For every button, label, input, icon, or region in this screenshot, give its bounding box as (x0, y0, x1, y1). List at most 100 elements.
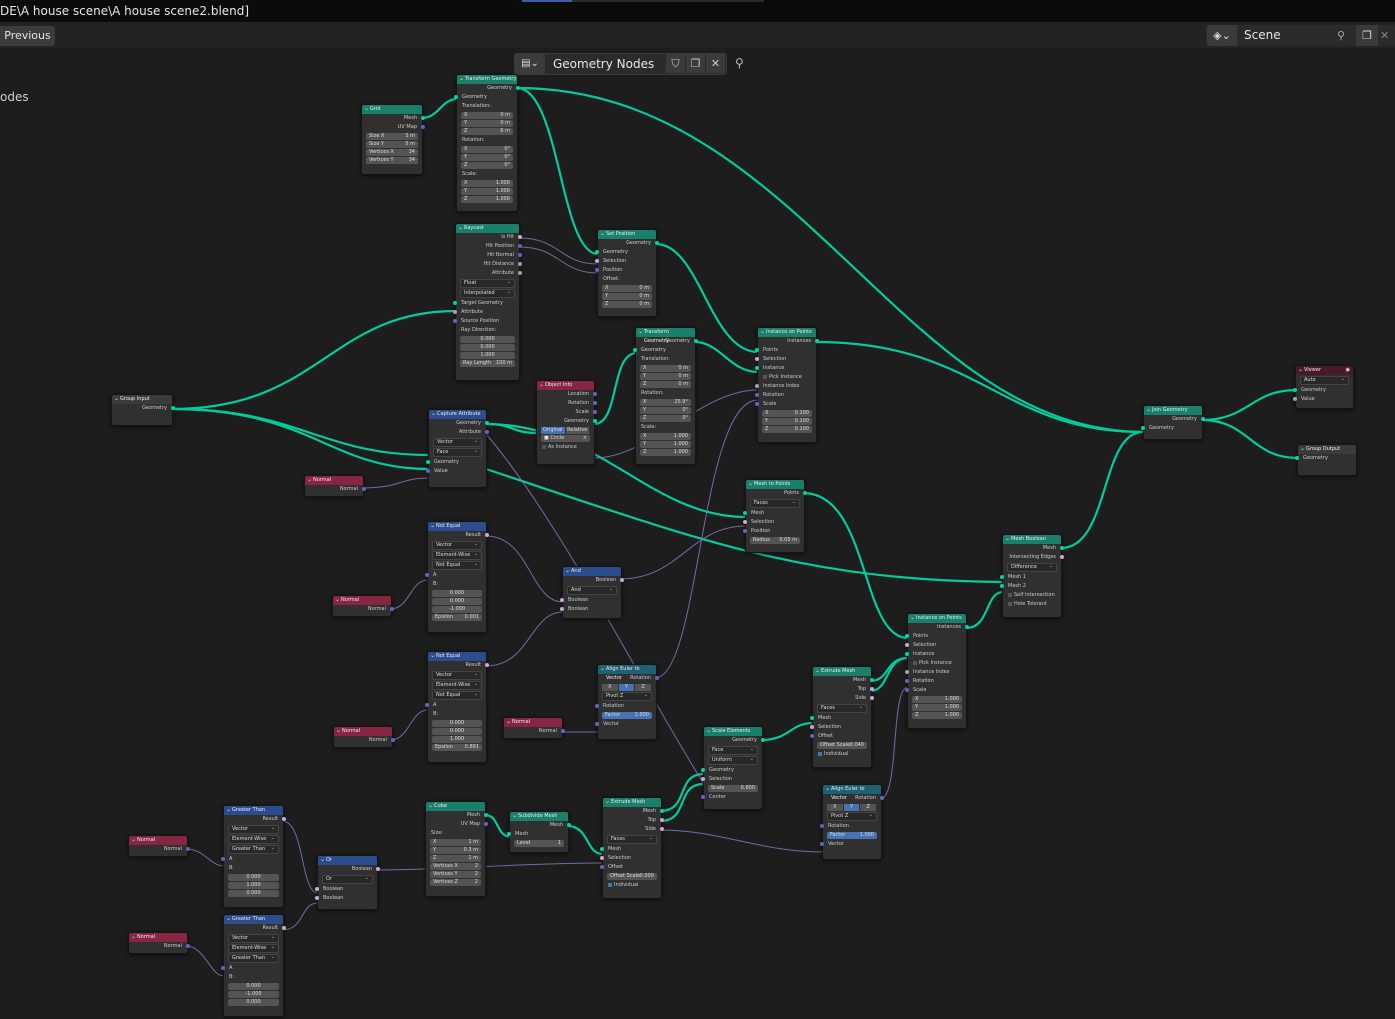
field-vertices-y[interactable]: Vertices Y2 (430, 871, 481, 878)
field-ray-length[interactable]: Ray Length 100 m (460, 360, 515, 367)
socket[interactable] (595, 268, 599, 272)
socket[interactable] (905, 634, 909, 638)
node-extrude-mesh-2[interactable]: Extrude Mesh Mesh Top Side Faces Mesh Se… (600, 797, 664, 899)
dropdown-mode[interactable]: Element-Wise (228, 835, 279, 844)
input-value[interactable]: Value (1293, 395, 1353, 404)
field-b-z[interactable]: 0.000 (228, 890, 279, 897)
node-group-input[interactable]: Group Input Geometry (111, 394, 175, 426)
socket[interactable] (376, 867, 380, 871)
socket[interactable] (282, 817, 286, 821)
output-uvmap[interactable]: UV Map (426, 820, 488, 829)
socket[interactable] (755, 348, 759, 352)
dropdown-operation[interactable]: Greater Than (228, 845, 279, 854)
output-mesh[interactable]: Mesh (510, 821, 571, 830)
field-b-z[interactable]: 1.000 (432, 736, 482, 743)
node-transform-geometry[interactable]: Transform Geometry Geometry Geometry Tra… (454, 74, 520, 212)
dropdown-domain[interactable]: Face (708, 746, 758, 755)
dropdown-type[interactable]: Vector (432, 541, 482, 550)
dropdown-type[interactable]: Vector (228, 825, 279, 834)
input-selection[interactable]: Selection (743, 518, 804, 527)
input-individual[interactable]: Individual (603, 881, 661, 890)
input-selection[interactable]: Selection (905, 641, 966, 650)
field-vertices-x[interactable]: Vertices X2 (430, 863, 481, 870)
socket[interactable] (755, 357, 759, 361)
field-tx[interactable]: X0 m (640, 365, 691, 372)
field-b-x[interactable]: 0.000 (228, 983, 279, 990)
socket[interactable] (1000, 575, 1004, 579)
input-boolean-1[interactable]: Boolean (315, 885, 377, 894)
dropdown-operation[interactable]: And (567, 586, 617, 595)
back-to-previous-button[interactable]: Previous (0, 26, 55, 46)
pin-icon[interactable]: ⚲ (735, 54, 744, 73)
input-geometry[interactable]: Geometry (701, 766, 762, 775)
socket[interactable] (820, 824, 824, 828)
field-b-y[interactable]: -1.000 (228, 991, 279, 998)
socket[interactable] (655, 676, 659, 680)
field-sz[interactable]: Z 1.000 (461, 196, 513, 203)
field-dir-z[interactable]: 1.000 (460, 352, 515, 359)
socket[interactable] (593, 410, 597, 414)
socket[interactable] (518, 271, 522, 275)
output-mesh[interactable]: Mesh (362, 114, 425, 123)
node-normal-2[interactable]: Normal Normal (332, 595, 394, 617)
input-attribute[interactable]: Attribute (453, 308, 519, 317)
socket[interactable] (453, 301, 457, 305)
dropdown-mode[interactable]: Element-Wise (228, 944, 279, 953)
node-transform-geometry-2[interactable]: Transform Geometry Geometry Geometry Tra… (633, 327, 698, 465)
socket[interactable] (694, 339, 698, 343)
socket[interactable] (426, 460, 430, 464)
socket[interactable] (221, 857, 225, 861)
socket[interactable] (905, 688, 909, 692)
input-mesh[interactable]: Mesh (810, 714, 871, 723)
field-sy[interactable]: Y 1.000 (640, 441, 691, 448)
input-geometry[interactable]: Geometry (426, 458, 486, 467)
field-rx[interactable]: X 0° (461, 146, 513, 153)
field-tz[interactable]: Z6 m (461, 128, 513, 135)
node-object-info[interactable]: Object Info Location Rotation Scale Geom… (536, 380, 597, 465)
socket[interactable] (391, 738, 395, 742)
axis-toggle[interactable]: XYZ (602, 684, 652, 691)
field-sx[interactable]: X 1.000 (640, 433, 691, 440)
socket[interactable] (484, 813, 488, 817)
output-rotation[interactable]: Rotation (823, 794, 884, 803)
node-normal[interactable]: Normal Normal (304, 475, 366, 497)
output-points[interactable]: Points (746, 489, 807, 498)
socket[interactable] (282, 926, 286, 930)
socket[interactable] (803, 491, 807, 495)
node-join-geometry[interactable]: Join Geometry Geometry Geometry (1141, 405, 1205, 440)
socket[interactable] (454, 95, 458, 99)
socket[interactable] (755, 393, 759, 397)
field-dir-y[interactable]: 0.000 (460, 344, 515, 351)
output-mesh[interactable]: Mesh (1003, 544, 1064, 553)
input-a[interactable]: A (221, 855, 283, 864)
input-boolean-1[interactable]: Boolean (560, 596, 621, 605)
dropdown-type[interactable]: Vector (433, 438, 482, 447)
input-scale[interactable]: Scale (905, 686, 966, 695)
socket[interactable] (421, 116, 425, 120)
field-rx[interactable]: X 25.9° (640, 399, 691, 406)
node-align-euler-to-vector-2[interactable]: Align Euler to Vector Rotation XYZ Pivot… (820, 784, 884, 860)
pin-icon[interactable]: ⚲ (1337, 25, 1345, 46)
output-top[interactable]: Top (603, 816, 664, 825)
socket[interactable] (633, 348, 637, 352)
output-boolean[interactable]: Boolean (563, 576, 624, 585)
output-rotation[interactable]: Rotation (598, 674, 659, 683)
output-geometry[interactable]: Geometry (537, 417, 597, 426)
input-geometry[interactable]: Geometry (595, 248, 656, 257)
input-mesh[interactable]: Mesh (743, 509, 804, 518)
output-hit-position[interactable]: Hit Position (456, 242, 522, 251)
socket[interactable] (518, 244, 522, 248)
field-rz[interactable]: Z 0° (461, 162, 513, 169)
output-geometry[interactable]: Geometry (636, 337, 698, 346)
field-size-z[interactable]: Z1 m (430, 855, 481, 862)
input-offset[interactable]: Offset (600, 863, 661, 872)
socket[interactable] (743, 529, 747, 533)
socket[interactable] (600, 865, 604, 869)
node-normal-4[interactable]: Normal Normal (503, 717, 565, 739)
socket[interactable] (1293, 397, 1297, 401)
socket[interactable] (810, 734, 814, 738)
node-normal-5[interactable]: Normal Normal (128, 835, 190, 857)
input-geometry[interactable]: Geometry (1295, 454, 1356, 463)
node-greater-than-2[interactable]: Greater Than Result Vector Element-Wise … (221, 914, 286, 1017)
field-oz[interactable]: Z0 m (602, 301, 652, 308)
